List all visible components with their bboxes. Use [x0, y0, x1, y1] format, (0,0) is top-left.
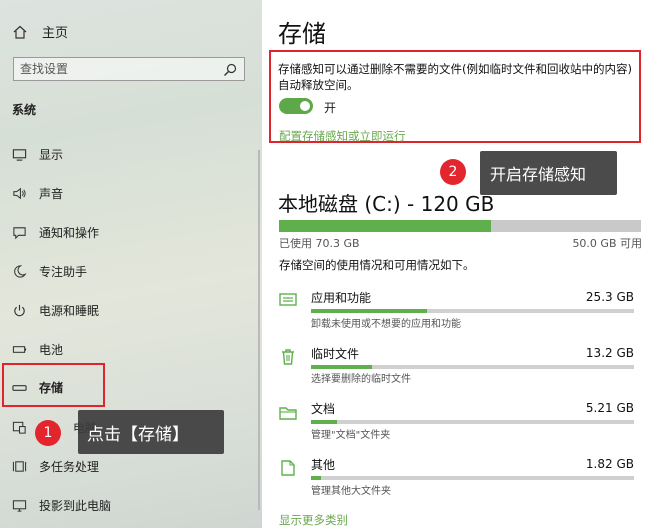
category-bar-fill: [311, 365, 373, 369]
category-sub: 卸载未使用或不想要的应用和功能: [311, 319, 461, 330]
folder-icon: [279, 407, 297, 420]
category-size: 1.82 GB: [585, 457, 634, 471]
storage-sense-toggle-label: 开: [324, 101, 337, 115]
category-size: 5.21 GB: [585, 401, 634, 415]
show-more-categories-link[interactable]: 显示更多类别: [279, 512, 348, 528]
tablet-icon: [12, 421, 26, 434]
sidebar-item-project[interactable]: 投影到此电脑: [12, 494, 111, 516]
category-size: 25.3 GB: [585, 290, 634, 304]
category-bar-fill: [311, 420, 337, 424]
multitasking-icon: [12, 460, 27, 472]
category-bar: [311, 420, 634, 424]
storage-highlight-box: [2, 363, 105, 407]
category-bar: [311, 476, 634, 480]
sidebar-item-battery[interactable]: 电池: [12, 338, 63, 360]
sidebar-item-label: 声音: [39, 186, 64, 201]
category-bar-fill: [311, 476, 321, 480]
project-icon: [12, 499, 27, 512]
drive-usage-bar: [279, 220, 641, 232]
sidebar-item-sound[interactable]: 声音: [12, 182, 63, 204]
sidebar-item-label: 专注助手: [39, 264, 88, 279]
apps-icon: [279, 293, 297, 306]
search-box[interactable]: [13, 57, 245, 81]
drive-title: 本地磁盘 (C:) - 120 GB: [278, 192, 495, 216]
trash-icon: [282, 349, 294, 365]
sidebar-item-label: 电池: [39, 342, 64, 357]
category-name: 其他: [311, 458, 336, 472]
step-badge-1: 1: [35, 420, 61, 446]
callout-click-storage: 点击【存储】: [78, 410, 224, 454]
step-badge-2: 2: [440, 159, 466, 185]
section-label: 系统: [12, 103, 37, 117]
category-bar: [311, 309, 634, 313]
home-icon: [13, 25, 27, 39]
category-sub: 管理其他大文件夹: [311, 486, 391, 497]
sidebar-item-multitasking[interactable]: 多任务处理: [12, 455, 99, 477]
sidebar-item-label: 投影到此电脑: [39, 498, 112, 513]
page-title: 存储: [278, 20, 326, 48]
sidebar-item-label: 多任务处理: [39, 459, 100, 474]
display-icon: [12, 148, 27, 161]
home-label: 主页: [42, 26, 69, 41]
callout-text: 开启存储感知: [490, 165, 587, 184]
sidebar-item-label: 电源和睡眠: [39, 303, 100, 318]
moon-icon: [14, 264, 27, 278]
main-content: 存储 存储感知可以通过删除不需要的文件(例如临时文件和回收站中的内容)自动释放空…: [262, 0, 660, 528]
search-input[interactable]: [14, 58, 226, 80]
battery-icon: [12, 345, 27, 353]
sidebar-item-label: 通知和操作: [39, 225, 100, 240]
sidebar-item-notifications[interactable]: 通知和操作: [12, 221, 99, 243]
usage-description: 存储空间的使用情况和可用情况如下。: [279, 258, 475, 272]
sidebar-item-power[interactable]: 电源和睡眠: [12, 299, 99, 321]
category-bar: [311, 365, 634, 369]
drive-free-label: 50.0 GB 可用: [572, 237, 642, 250]
category-bar-fill: [311, 309, 428, 313]
other-icon: [281, 460, 295, 476]
storage-sense-toggle[interactable]: [279, 98, 313, 114]
drive-usage-fill: [279, 220, 492, 232]
sidebar-scrollbar[interactable]: [258, 150, 260, 510]
notification-icon: [13, 226, 26, 239]
callout-text: 点击【存储】: [87, 424, 189, 445]
search-icon[interactable]: [222, 62, 238, 78]
drive-used-label: 已使用 70.3 GB: [279, 237, 360, 250]
category-sub: 管理"文档"文件夹: [311, 430, 391, 441]
category-sub: 选择要删除的临时文件: [311, 374, 411, 385]
toggle-knob: [300, 101, 310, 111]
sidebar-home[interactable]: 主页: [12, 22, 68, 41]
configure-storage-sense-link[interactable]: 配置存储感知或立即运行: [279, 128, 406, 144]
category-name: 应用和功能: [311, 291, 372, 305]
storage-sense-description: 存储感知可以通过删除不需要的文件(例如临时文件和回收站中的内容)自动释放空间。: [278, 62, 632, 92]
sidebar-item-focus-assist[interactable]: 专注助手: [12, 260, 87, 282]
power-icon: [14, 304, 25, 316]
sidebar-item-label: 显示: [39, 147, 64, 162]
sidebar-item-display[interactable]: 显示: [12, 143, 63, 165]
sound-icon: [13, 187, 26, 199]
category-name: 文档: [311, 402, 336, 416]
category-size: 13.2 GB: [585, 346, 634, 360]
category-name: 临时文件: [311, 347, 360, 361]
callout-enable-storage-sense: 开启存储感知: [480, 151, 617, 195]
